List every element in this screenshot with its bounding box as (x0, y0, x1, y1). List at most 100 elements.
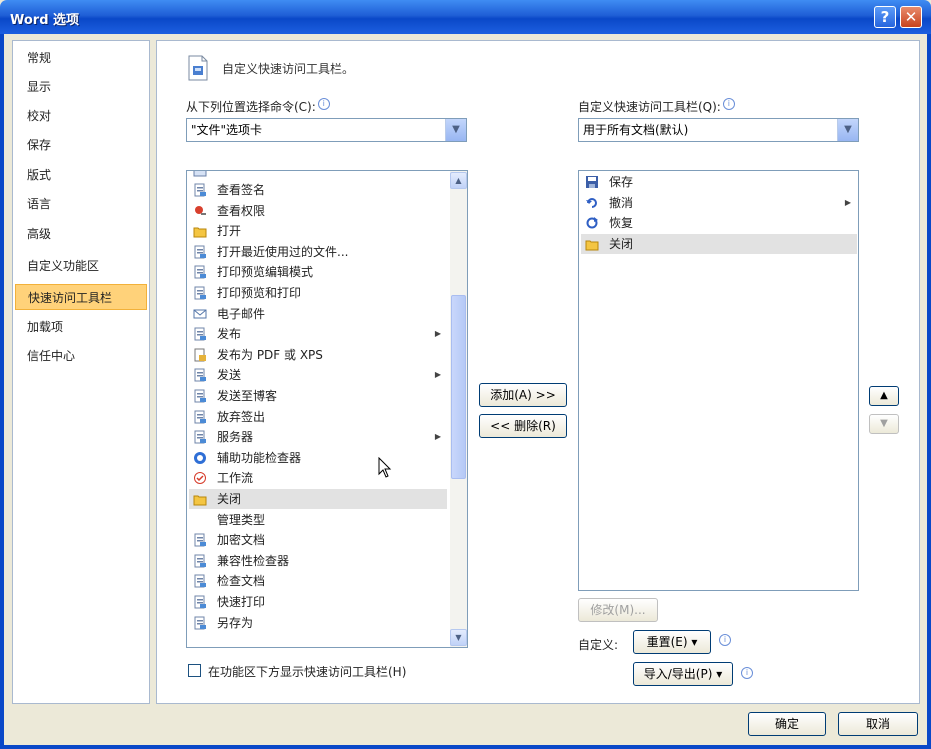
list-item[interactable]: 撤消 ▶ (581, 193, 857, 213)
chevron-down-icon[interactable]: ▼ (837, 119, 858, 141)
nav-item[interactable]: 语言 (15, 191, 147, 217)
list-item-label: 管理类型 (217, 512, 266, 527)
list-item[interactable]: 发布 ▶ (189, 324, 447, 344)
list-item[interactable]: 服务器 ▶ (189, 427, 447, 447)
scroll-up-button[interactable]: ▲ (450, 172, 467, 189)
blog-icon (194, 389, 206, 403)
import-export-button[interactable]: 导入/导出(P) ▾ (633, 662, 733, 686)
folder-open-icon (193, 227, 207, 238)
nav-item[interactable]: 常规 (15, 45, 147, 71)
list-item[interactable]: 发送 ▶ (189, 365, 447, 385)
list-item[interactable]: 兼容性检查器 (189, 551, 447, 571)
window-title: Word 选项 (10, 13, 80, 28)
save-icon (586, 176, 598, 188)
scroll-thumb[interactable] (451, 295, 466, 479)
list-item-label: 服务器 (217, 430, 254, 445)
list-item-label: 查看签名 (217, 183, 266, 197)
send-icon (194, 368, 206, 382)
list-item-label: 保存 (609, 175, 634, 189)
info-icon: i (722, 98, 735, 110)
nav-item[interactable]: 保存 (15, 132, 147, 158)
commands-list[interactable]: ▲ ▼ 查看签名查看权限打开 打开最近使用过的文件... 打印预览编辑模式打印预览和… (186, 170, 468, 648)
nav-item[interactable]: 版式 (15, 162, 147, 188)
info-icon: i (741, 667, 753, 679)
list-item[interactable]: 管理类型 (189, 510, 447, 530)
choose-commands-label: 从下列位置选择命令(C): i (186, 98, 330, 115)
list-item[interactable]: 恢复 (581, 213, 857, 233)
info-icon: i (719, 634, 731, 646)
list-item[interactable]: 查看签名 (189, 180, 447, 200)
discard-checkout-icon (194, 410, 206, 424)
remove-button[interactable]: << 删除(R) (479, 414, 567, 438)
list-item[interactable]: 关闭 (189, 489, 447, 509)
title-bar: Word 选项 ? ✕ (0, 0, 931, 34)
pdf-icon (194, 348, 206, 362)
cancel-button[interactable]: 取消 (838, 712, 918, 736)
list-item[interactable]: 电子邮件 (189, 304, 447, 324)
list-item-label: 发送 (217, 368, 242, 383)
list-item[interactable]: 保存 (581, 172, 857, 192)
recent-files-icon (194, 245, 206, 259)
customize-toolbar-combo[interactable]: 用于所有文档(默认) ▼ (578, 118, 859, 142)
customize-toolbar-label: 自定义快速访问工具栏(Q): i (578, 98, 735, 115)
list-item[interactable]: 打印预览编辑模式 (189, 262, 447, 282)
permission-icon (195, 205, 206, 215)
chevron-down-icon[interactable]: ▼ (445, 119, 466, 141)
list-item[interactable]: 查看权限 (189, 201, 447, 221)
nav-item[interactable]: 信任中心 (15, 343, 147, 369)
accessibility-icon (194, 451, 206, 464)
list-item-label: 电子邮件 (217, 306, 266, 321)
reset-button[interactable]: 重置(E) ▾ (633, 630, 711, 654)
list-item-label: 查看权限 (217, 203, 266, 218)
list-item[interactable]: 打开 (189, 221, 447, 241)
list-item[interactable]: 检查文档 (189, 571, 447, 591)
nav-item[interactable]: 快速访问工具栏 (15, 284, 147, 310)
server-icon (194, 430, 206, 444)
list-item[interactable]: 发送至博客 (189, 386, 447, 406)
close-button[interactable]: ✕ (900, 6, 922, 28)
list-item[interactable]: 打印预览和打印 (189, 283, 447, 303)
list-item-label: 恢复 (609, 216, 634, 231)
add-button[interactable]: 添加(A) >> (479, 383, 567, 407)
list-item[interactable]: 快速打印 (189, 592, 447, 612)
modify-button[interactable]: 修改(M)... (578, 598, 658, 622)
help-button[interactable]: ? (874, 6, 896, 28)
publish-icon (194, 327, 206, 341)
list-item-label: 关闭 (217, 492, 242, 506)
list-item-label: 放弃签出 (217, 409, 266, 424)
list-item[interactable]: 关闭 (581, 233, 857, 254)
list-item[interactable]: 辅助功能检查器 (189, 448, 447, 468)
ok-button[interactable]: 确定 (748, 712, 826, 736)
list-item-label: 发布 (217, 327, 242, 342)
email-icon (193, 309, 207, 319)
move-down-button[interactable]: ▼ (869, 414, 899, 434)
list-item[interactable]: 放弃签出 (189, 407, 447, 427)
choose-commands-combo[interactable]: "文件"选项卡 ▼ (186, 118, 467, 142)
nav-item[interactable]: 校对 (15, 103, 147, 129)
undo-icon (586, 197, 597, 208)
list-item[interactable]: 打开最近使用过的文件... (189, 242, 447, 262)
list-item-label: 工作流 (217, 471, 254, 486)
show-below-ribbon-checkbox[interactable] (188, 664, 201, 677)
toolbar-items-list[interactable]: 保存撤消 ▶ 恢复关闭 (578, 170, 859, 591)
page-heading: 自定义快速访问工具栏。 (222, 62, 355, 76)
nav-item[interactable]: 自定义功能区 (15, 253, 147, 279)
move-up-button[interactable]: ▲ (869, 386, 899, 406)
signature-icon (194, 183, 206, 197)
list-item[interactable]: 发布为 PDF 或 XPS (189, 345, 447, 365)
list-item[interactable]: 工作流 (189, 468, 447, 488)
submenu-arrow-icon: ▶ (434, 432, 441, 442)
submenu-arrow-icon: ▶ (434, 329, 441, 339)
options-nav: 常规显示校对保存版式语言高级自定义功能区 快速访问工具栏 加载项信任中心 (12, 40, 150, 704)
list-item[interactable]: 另存为 (189, 613, 447, 633)
commands-scrollbar[interactable]: ▲ ▼ (450, 171, 467, 647)
nav-item[interactable]: 高级 (15, 221, 147, 247)
nav-item[interactable]: 加载项 (15, 314, 147, 340)
customize-label: 自定义: (578, 638, 619, 652)
list-item-label: 打印预览和打印 (217, 286, 302, 300)
nav-item[interactable]: 显示 (15, 74, 147, 100)
scroll-down-button[interactable]: ▼ (450, 629, 467, 646)
list-item[interactable]: 加密文档 (189, 530, 447, 550)
workflow-icon (194, 472, 206, 485)
print-preview-edit-icon (194, 265, 206, 279)
